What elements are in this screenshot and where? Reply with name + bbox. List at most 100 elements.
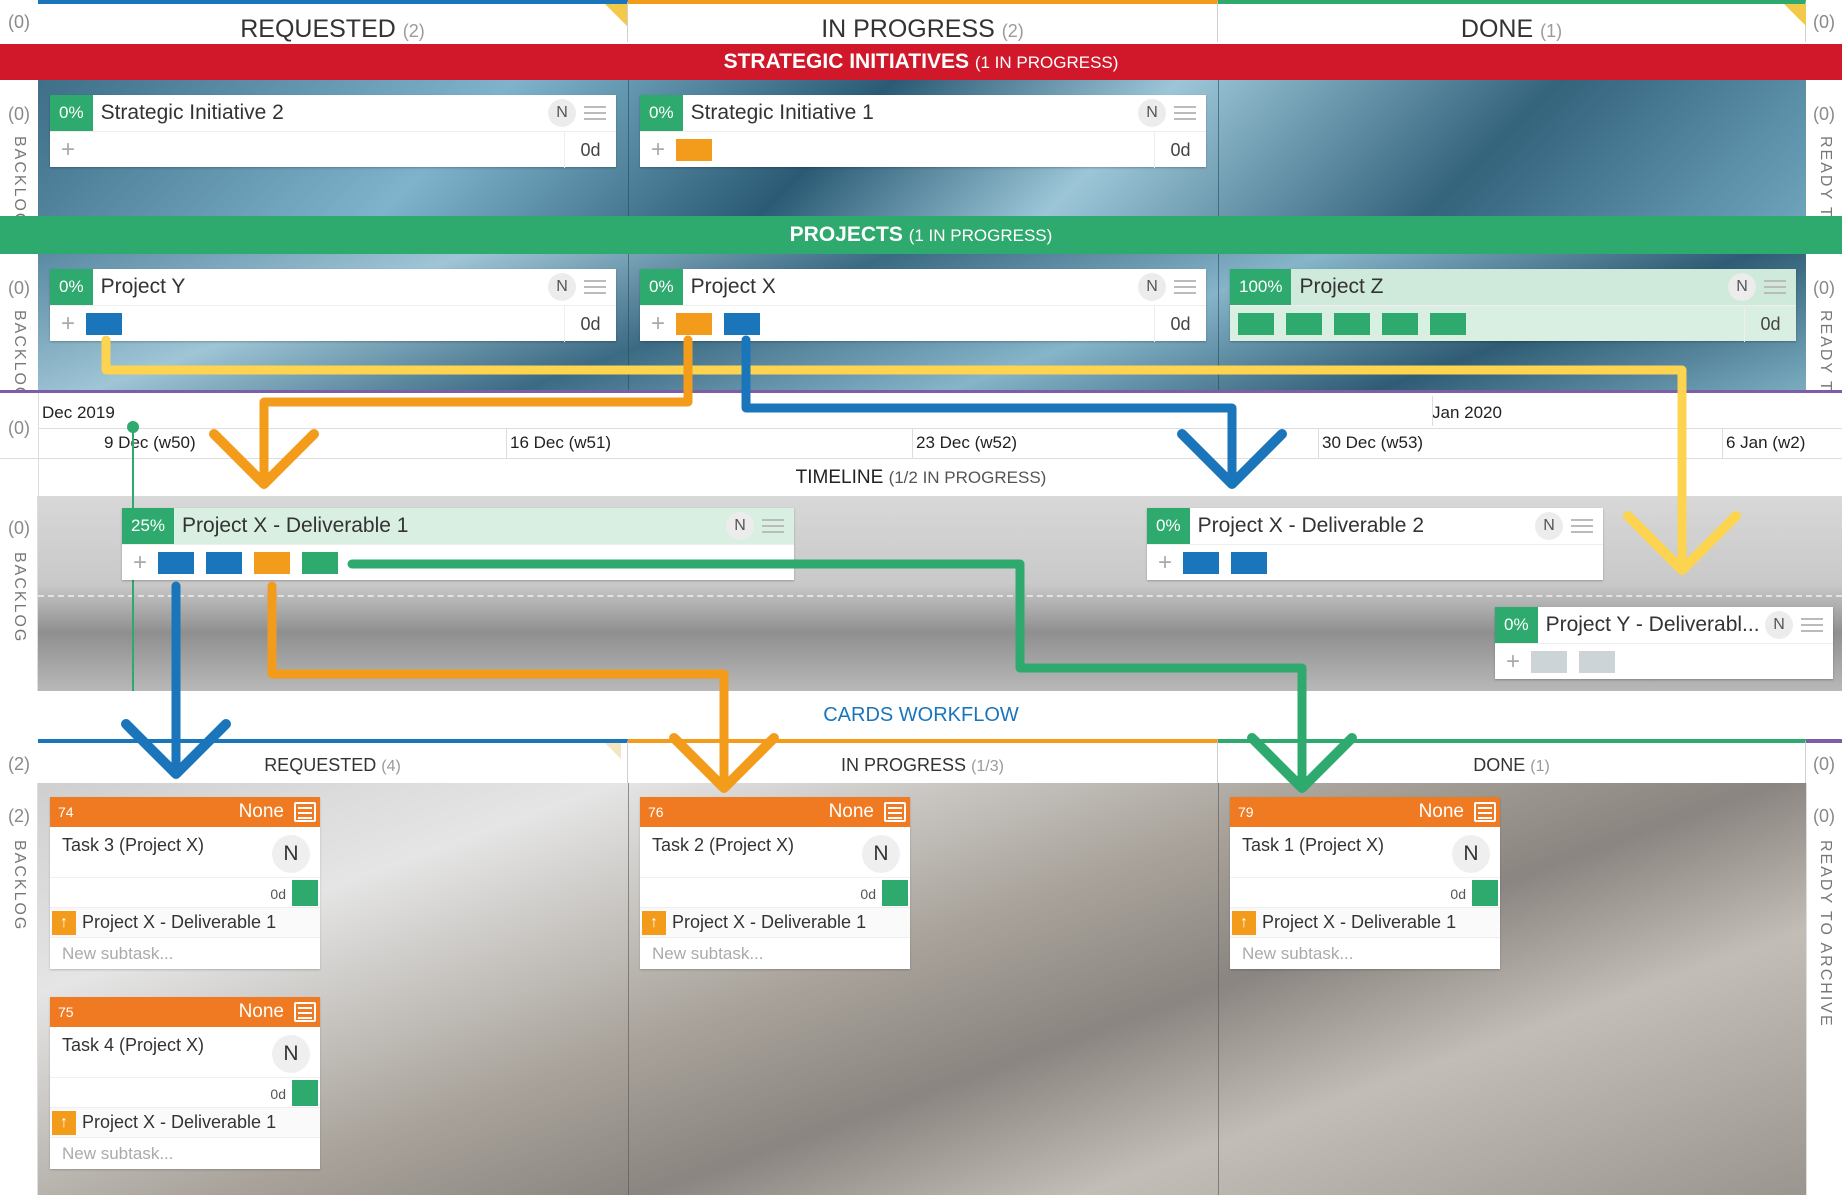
card-title[interactable]: Project X - Deliverable 1 bbox=[182, 514, 726, 538]
child-block[interactable] bbox=[302, 551, 338, 574]
card-title[interactable]: Task 1 (Project X) bbox=[1242, 835, 1384, 856]
plus-icon[interactable]: + bbox=[1147, 549, 1183, 577]
owner-avatar[interactable]: N bbox=[1138, 273, 1166, 301]
plus-icon[interactable]: + bbox=[122, 549, 158, 577]
child-block[interactable] bbox=[1430, 312, 1466, 335]
summary-card[interactable]: 0% Strategic Initiative 1N +0d bbox=[640, 95, 1206, 168]
timeline-card[interactable]: 25% Project X - Deliverable 1N + bbox=[122, 508, 794, 580]
owner-avatar[interactable]: N bbox=[726, 512, 754, 540]
owner-avatar[interactable]: N bbox=[862, 835, 900, 873]
child-block[interactable] bbox=[1579, 650, 1615, 673]
card-title[interactable]: Strategic Initiative 1 bbox=[691, 101, 1138, 125]
hamburger-menu-icon[interactable] bbox=[294, 1002, 316, 1022]
hamburger-menu-icon[interactable] bbox=[1801, 618, 1823, 632]
child-block[interactable] bbox=[724, 312, 760, 335]
child-block[interactable] bbox=[676, 138, 712, 161]
card-title[interactable]: Task 4 (Project X) bbox=[62, 1035, 204, 1056]
card-title[interactable]: Strategic Initiative 2 bbox=[101, 101, 548, 125]
workflow-column-done[interactable]: DONE (1) bbox=[1218, 739, 1806, 783]
owner-avatar[interactable]: N bbox=[1138, 99, 1166, 127]
child-block[interactable] bbox=[1286, 312, 1322, 335]
plus-icon[interactable]: + bbox=[640, 136, 676, 164]
child-block[interactable] bbox=[86, 312, 122, 335]
status-square[interactable] bbox=[1472, 880, 1498, 906]
summary-card[interactable]: 0% Project YN +0d bbox=[50, 269, 616, 342]
owner-avatar[interactable]: N bbox=[548, 273, 576, 301]
owner-avatar[interactable]: N bbox=[1765, 611, 1793, 639]
owner-avatar[interactable]: N bbox=[272, 835, 310, 873]
plus-icon[interactable]: + bbox=[50, 310, 86, 338]
child-block[interactable] bbox=[1382, 312, 1418, 335]
timeline-card[interactable]: 0% Project X - Deliverable 2N + bbox=[1147, 508, 1603, 580]
task-card[interactable]: 79 None Task 1 (Project X) N 0d ↑ Project X… bbox=[1230, 797, 1500, 969]
card-title[interactable]: Project X - Deliverable 2 bbox=[1198, 514, 1535, 538]
plus-icon[interactable]: + bbox=[50, 136, 86, 164]
child-block[interactable] bbox=[1183, 551, 1219, 574]
column-requested[interactable]: REQUESTED (2) bbox=[38, 0, 628, 43]
workflow-column-requested[interactable]: REQUESTED (4) bbox=[38, 739, 628, 783]
up-arrow-icon[interactable]: ↑ bbox=[52, 1110, 76, 1135]
card-title[interactable]: Task 3 (Project X) bbox=[62, 835, 204, 856]
column-done[interactable]: DONE (1) bbox=[1218, 0, 1806, 43]
hamburger-menu-icon[interactable] bbox=[762, 519, 784, 533]
priority[interactable]: None bbox=[829, 801, 874, 823]
priority[interactable]: None bbox=[239, 1001, 284, 1023]
parent-link[interactable]: Project X - Deliverable 1 bbox=[1262, 912, 1456, 933]
child-block[interactable] bbox=[1231, 551, 1267, 574]
timeline-card[interactable]: 0% Project Y - Deliverabl... N + bbox=[1495, 607, 1833, 679]
hamburger-menu-icon[interactable] bbox=[1174, 280, 1196, 294]
new-subtask-input[interactable]: New subtask... bbox=[50, 937, 320, 969]
status-square[interactable] bbox=[882, 880, 908, 906]
parent-link[interactable]: Project X - Deliverable 1 bbox=[82, 912, 276, 933]
child-block[interactable] bbox=[1334, 312, 1370, 335]
hamburger-menu-icon[interactable] bbox=[1764, 280, 1786, 294]
hamburger-menu-icon[interactable] bbox=[584, 280, 606, 294]
summary-card[interactable]: 0% Project XN +0d bbox=[640, 269, 1206, 342]
status-square[interactable] bbox=[292, 1080, 318, 1106]
owner-avatar[interactable]: N bbox=[548, 99, 576, 127]
card-title[interactable]: Project Y - Deliverabl... bbox=[1546, 613, 1765, 637]
owner-avatar[interactable]: N bbox=[1535, 512, 1563, 540]
hamburger-menu-icon[interactable] bbox=[584, 106, 606, 120]
child-block[interactable] bbox=[158, 551, 194, 574]
up-arrow-icon[interactable]: ↑ bbox=[642, 910, 666, 935]
new-subtask-input[interactable]: New subtask... bbox=[1230, 937, 1500, 969]
cards-workflow-title[interactable]: CARDS WORKFLOW bbox=[0, 691, 1842, 739]
child-block[interactable] bbox=[206, 551, 242, 574]
hamburger-menu-icon[interactable] bbox=[884, 802, 906, 822]
timeline-title[interactable]: TIMELINE (1/2 IN PROGRESS) bbox=[0, 467, 1842, 489]
strategic-initiatives-band[interactable]: STRATEGIC INITIATIVES (1 IN PROGRESS) bbox=[0, 44, 1842, 80]
up-arrow-icon[interactable]: ↑ bbox=[52, 910, 76, 935]
card-title[interactable]: Project X bbox=[691, 275, 1138, 299]
column-in-progress[interactable]: IN PROGRESS (2) bbox=[628, 0, 1218, 43]
hamburger-menu-icon[interactable] bbox=[1474, 802, 1496, 822]
hamburger-menu-icon[interactable] bbox=[294, 802, 316, 822]
priority[interactable]: None bbox=[239, 801, 284, 823]
new-subtask-input[interactable]: New subtask... bbox=[640, 937, 910, 969]
summary-card[interactable]: 100% Project ZN 0d bbox=[1230, 269, 1796, 342]
owner-avatar[interactable]: N bbox=[272, 1035, 310, 1073]
child-block[interactable] bbox=[1238, 312, 1274, 335]
child-block[interactable] bbox=[676, 312, 712, 335]
hamburger-menu-icon[interactable] bbox=[1174, 106, 1196, 120]
status-square[interactable] bbox=[292, 880, 318, 906]
owner-avatar[interactable]: N bbox=[1728, 273, 1756, 301]
child-block[interactable] bbox=[1531, 650, 1567, 673]
up-arrow-icon[interactable]: ↑ bbox=[1232, 910, 1256, 935]
projects-band[interactable]: PROJECTS (1 IN PROGRESS) bbox=[0, 216, 1842, 254]
card-title[interactable]: Task 2 (Project X) bbox=[652, 835, 794, 856]
summary-card[interactable]: 0% Strategic Initiative 2N +0d bbox=[50, 95, 616, 168]
task-card[interactable]: 74 None Task 3 (Project X) N 0d ↑ Project X… bbox=[50, 797, 320, 969]
new-subtask-input[interactable]: New subtask... bbox=[50, 1137, 320, 1169]
card-title[interactable]: Project Y bbox=[101, 275, 548, 299]
parent-link[interactable]: Project X - Deliverable 1 bbox=[672, 912, 866, 933]
workflow-column-in-progress[interactable]: IN PROGRESS (1/3) bbox=[628, 739, 1218, 783]
hamburger-menu-icon[interactable] bbox=[1571, 519, 1593, 533]
task-card[interactable]: 76 None Task 2 (Project X) N 0d ↑ Project X… bbox=[640, 797, 910, 969]
plus-icon[interactable]: + bbox=[1495, 648, 1531, 676]
plus-icon[interactable]: + bbox=[640, 310, 676, 338]
card-title[interactable]: Project Z bbox=[1299, 275, 1728, 299]
priority[interactable]: None bbox=[1419, 801, 1464, 823]
child-block[interactable] bbox=[254, 551, 290, 574]
task-card[interactable]: 75 None Task 4 (Project X) N 0d ↑ Project X… bbox=[50, 997, 320, 1169]
